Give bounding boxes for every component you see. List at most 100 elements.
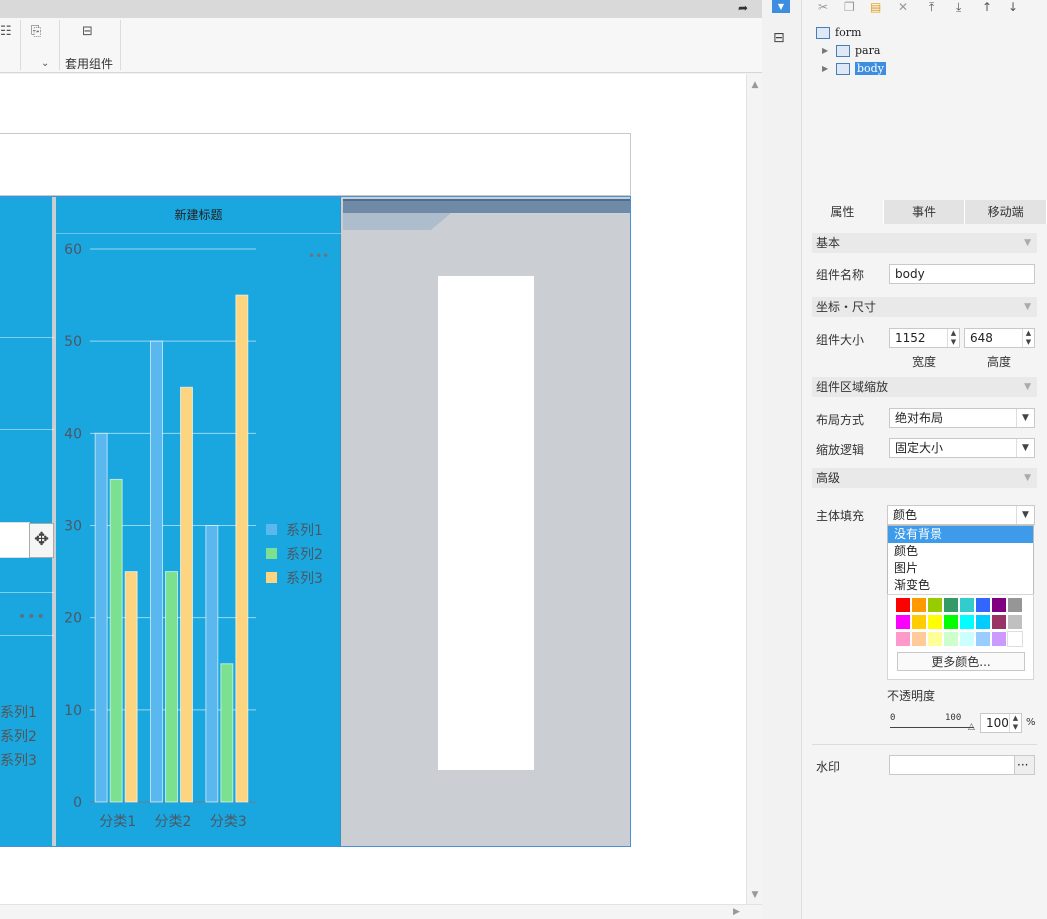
color-swatch[interactable] bbox=[911, 597, 927, 613]
section-title: 高级 bbox=[816, 471, 841, 485]
collapse-icon[interactable]: ▼ bbox=[1024, 377, 1031, 397]
tree-node-body[interactable]: ▶ body bbox=[822, 62, 886, 75]
opacity-slider-thumb[interactable]: △ bbox=[968, 722, 975, 732]
left-chart-widget[interactable]: ✥ ••• 系列1 系列2 系列3 bbox=[0, 197, 54, 846]
color-swatch[interactable] bbox=[975, 614, 991, 630]
layout-icon[interactable]: ⊟ bbox=[773, 30, 785, 46]
section-basic[interactable]: 基本 ▼ bbox=[812, 233, 1037, 253]
move-down-icon[interactable]: ↓ bbox=[1008, 0, 1018, 14]
chevron-down-icon[interactable]: ▼ bbox=[1016, 409, 1034, 427]
move-handle-icon[interactable]: ✥ bbox=[29, 523, 54, 558]
chevron-down-icon[interactable]: ▼ bbox=[1016, 506, 1034, 524]
opacity-slider[interactable] bbox=[890, 727, 974, 728]
expand-icon[interactable]: ▶ bbox=[822, 46, 830, 55]
color-swatch[interactable] bbox=[911, 614, 927, 630]
color-swatch[interactable] bbox=[895, 597, 911, 613]
collapse-icon[interactable]: ▼ bbox=[1024, 297, 1031, 317]
tree-node-form[interactable]: form bbox=[816, 26, 861, 39]
color-swatch[interactable] bbox=[895, 631, 911, 647]
legend-swatch bbox=[266, 524, 277, 535]
color-swatch[interactable] bbox=[991, 614, 1007, 630]
fill-option-none[interactable]: 没有背景 bbox=[888, 526, 1033, 543]
vertical-scrollbar[interactable]: ▲ ▼ bbox=[746, 74, 762, 904]
tree-node-para[interactable]: ▶ para bbox=[822, 44, 880, 57]
white-block[interactable] bbox=[438, 276, 534, 770]
section-position[interactable]: 坐标・尺寸 ▼ bbox=[812, 297, 1037, 317]
color-swatch[interactable] bbox=[991, 597, 1007, 613]
delete-icon[interactable]: ✕ bbox=[898, 0, 908, 14]
align-icon[interactable]: ☷ bbox=[0, 24, 12, 40]
scroll-right-icon[interactable]: ▶ bbox=[733, 907, 740, 917]
tab-events[interactable]: 事件 bbox=[884, 200, 966, 224]
color-swatch[interactable] bbox=[1007, 631, 1023, 647]
collapse-icon[interactable]: ▼ bbox=[1024, 468, 1031, 488]
para-container[interactable] bbox=[0, 133, 631, 196]
component-name-input[interactable]: body bbox=[889, 264, 1035, 284]
height-input[interactable]: 648 ▲ ▼ bbox=[964, 328, 1035, 348]
color-swatch[interactable] bbox=[927, 614, 943, 630]
bar-chart-widget[interactable]: 新建标题 0 10 20 30 40 50 60 分类1 分类2 分类3 ••• 系列1 系列2 系列3 bbox=[56, 197, 341, 846]
scale-select[interactable]: 固定大小 ▼ bbox=[889, 438, 1035, 458]
watermark-button[interactable]: ··· bbox=[1014, 755, 1035, 775]
more-colors-button[interactable]: 更多颜色... bbox=[897, 652, 1025, 671]
color-swatch[interactable] bbox=[911, 631, 927, 647]
chart-title[interactable]: 新建标题 bbox=[56, 197, 341, 234]
chevron-down-icon[interactable]: ▼ bbox=[1016, 439, 1034, 457]
color-swatch[interactable] bbox=[1007, 614, 1023, 630]
tab-properties[interactable]: 属性 bbox=[802, 200, 884, 224]
fill-option-image[interactable]: 图片 bbox=[888, 560, 1033, 577]
watermark-input[interactable] bbox=[889, 755, 1015, 775]
move-bottom-icon[interactable]: ⤓ bbox=[956, 0, 961, 15]
bar bbox=[124, 571, 138, 803]
move-up-icon[interactable]: ↑ bbox=[982, 0, 992, 14]
preview-icon[interactable]: ⎘ bbox=[31, 24, 41, 40]
chart-more-icon[interactable]: ••• bbox=[18, 609, 46, 625]
preset-component-icon[interactable]: ⊟ bbox=[82, 24, 93, 40]
color-swatch[interactable] bbox=[943, 614, 959, 630]
y-tick-label: 20 bbox=[64, 611, 82, 627]
move-top-icon[interactable]: ⤒ bbox=[929, 0, 934, 15]
horizontal-scrollbar[interactable]: ▶ bbox=[0, 904, 762, 919]
cut-icon[interactable]: ✂ bbox=[818, 0, 828, 14]
section-scale[interactable]: 组件区域缩放 ▼ bbox=[812, 377, 1037, 397]
height-stepper-icon[interactable]: ▲ ▼ bbox=[1022, 329, 1034, 347]
tab-mobile[interactable]: 移动端 bbox=[965, 200, 1047, 224]
color-swatch[interactable] bbox=[959, 631, 975, 647]
fill-option-gradient[interactable]: 渐变色 bbox=[888, 577, 1033, 594]
color-swatch[interactable] bbox=[1007, 597, 1023, 613]
preset-component-button[interactable]: 套用组件 bbox=[65, 55, 113, 72]
scroll-up-icon[interactable]: ▲ bbox=[750, 80, 760, 90]
cursor-select-icon[interactable]: ➦ bbox=[738, 1, 752, 15]
opacity-stepper-icon[interactable]: ▲ ▼ bbox=[1009, 714, 1021, 732]
chevron-down-icon[interactable]: ⌄ bbox=[41, 56, 49, 72]
width-input[interactable]: 1152 ▲ ▼ bbox=[889, 328, 960, 348]
component-panel-icon[interactable]: ▼ bbox=[772, 0, 790, 13]
opacity-max: 100 bbox=[945, 713, 962, 723]
opacity-input[interactable]: 100 ▲ ▼ bbox=[980, 713, 1022, 733]
copy-icon[interactable]: ❐ bbox=[844, 0, 855, 14]
color-swatch[interactable] bbox=[943, 597, 959, 613]
color-swatch[interactable] bbox=[927, 597, 943, 613]
color-swatch[interactable] bbox=[991, 631, 1007, 647]
fill-select[interactable]: 颜色 ▼ bbox=[887, 505, 1035, 525]
bar bbox=[165, 571, 178, 803]
paste-icon[interactable]: ▤ bbox=[870, 0, 881, 14]
section-advanced[interactable]: 高级 ▼ bbox=[812, 468, 1037, 488]
color-swatch[interactable] bbox=[895, 614, 911, 630]
collapse-icon[interactable]: ▼ bbox=[1024, 233, 1031, 253]
gridline bbox=[0, 429, 54, 430]
layout-select[interactable]: 绝对布局 ▼ bbox=[889, 408, 1035, 428]
color-swatch[interactable] bbox=[943, 631, 959, 647]
color-swatch[interactable] bbox=[927, 631, 943, 647]
tab-strip[interactable] bbox=[343, 197, 630, 230]
scroll-down-icon[interactable]: ▼ bbox=[750, 890, 760, 900]
width-stepper-icon[interactable]: ▲ ▼ bbox=[947, 329, 959, 347]
body-container[interactable]: ✥ ••• 系列1 系列2 系列3 新建标题 0 10 20 30 40 50 60 分类1 分… bbox=[0, 196, 631, 847]
color-swatch[interactable] bbox=[975, 597, 991, 613]
fill-option-color[interactable]: 颜色 bbox=[888, 543, 1033, 560]
color-swatch[interactable] bbox=[959, 614, 975, 630]
color-swatch[interactable] bbox=[959, 597, 975, 613]
color-swatch[interactable] bbox=[975, 631, 991, 647]
expand-icon[interactable]: ▶ bbox=[822, 64, 830, 73]
bar bbox=[180, 386, 193, 803]
